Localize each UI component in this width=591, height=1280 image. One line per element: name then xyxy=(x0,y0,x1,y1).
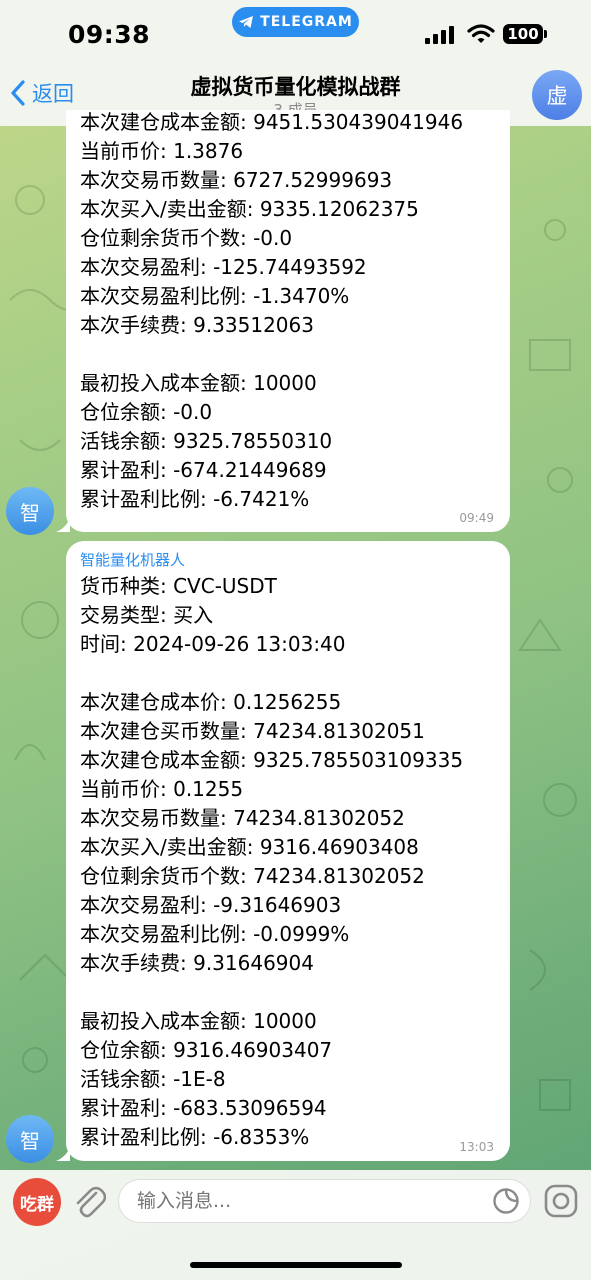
telegram-pill-label: TELEGRAM xyxy=(260,14,353,30)
message-bubble[interactable]: 本次建仓成本金额: 9451.530439041946 当前币价: 1.3876… xyxy=(66,110,510,532)
sticker-icon[interactable] xyxy=(492,1187,520,1215)
message-line xyxy=(80,978,496,1007)
message-line: 累计盈利: -683.53096594 xyxy=(80,1096,327,1120)
message-time: 13:03 xyxy=(459,1140,494,1154)
telegram-icon xyxy=(239,16,254,28)
message-line: 累计盈利比例: -6.7421% xyxy=(80,487,310,511)
message-line: 本次买入/卖出金额: 9316.46903408 xyxy=(80,835,419,859)
message-line: 本次建仓成本金额: 9451.530439041946 xyxy=(80,110,464,134)
message-line: 仓位余额: -0.0 xyxy=(80,400,213,424)
message-line: 当前币价: 0.1255 xyxy=(80,777,244,801)
message-line: 时间: 2024-09-26 13:03:40 xyxy=(80,632,346,656)
message-line: 本次交易盈利比例: -1.3470% xyxy=(80,284,350,308)
message-line: 本次建仓成本价: 0.1256255 xyxy=(80,690,342,714)
status-bar: 09:38 TELEGRAM 100 xyxy=(0,0,591,62)
message-line xyxy=(80,659,496,688)
message-input[interactable] xyxy=(118,1179,531,1223)
message-line: 活钱余额: 9325.78550310 xyxy=(80,429,333,453)
message-line: 仓位余额: 9316.46903407 xyxy=(80,1038,333,1062)
message-line: 累计盈利比例: -6.8353% xyxy=(80,1125,310,1149)
message-line: 本次交易币数量: 6727.52999693 xyxy=(80,168,393,192)
message-line: 本次买入/卖出金额: 9335.12062375 xyxy=(80,197,419,221)
battery-tip xyxy=(544,30,547,38)
chat-title[interactable]: 虚拟货币量化模拟战群 xyxy=(0,71,591,101)
message-line: 当前币价: 1.3876 xyxy=(80,139,244,163)
message-line: 本次交易盈利比例: -0.0999% xyxy=(80,922,350,946)
message-input-bar: 吃群 xyxy=(0,1170,591,1280)
message-line: 本次交易盈利: -9.31646903 xyxy=(80,893,342,917)
telegram-pill[interactable]: TELEGRAM xyxy=(232,7,359,37)
group-shortcut-button[interactable]: 吃群 xyxy=(13,1178,61,1226)
camera-icon[interactable] xyxy=(543,1183,579,1219)
paperclip-icon[interactable] xyxy=(72,1183,106,1219)
bot-avatar[interactable]: 智 xyxy=(6,1115,54,1163)
message-line: 本次手续费: 9.31646904 xyxy=(80,951,314,975)
message-time: 09:49 xyxy=(459,511,494,525)
message-line: 最初投入成本金额: 10000 xyxy=(80,1009,317,1033)
message-line: 本次交易币数量: 74234.81302052 xyxy=(80,806,405,830)
status-time: 09:38 xyxy=(68,20,151,49)
group-avatar[interactable]: 虚 xyxy=(532,70,582,120)
battery-indicator: 100 xyxy=(503,24,543,44)
message-line: 仓位剩余货币个数: 74234.81302052 xyxy=(80,864,425,888)
message-line: 仓位剩余货币个数: -0.0 xyxy=(80,226,293,250)
sender-name[interactable]: 智能量化机器人 xyxy=(80,548,496,572)
message-line: 本次建仓成本金额: 9325.785503109335 xyxy=(80,748,464,772)
home-indicator xyxy=(190,1262,402,1268)
message-line: 本次建仓买币数量: 74234.81302051 xyxy=(80,719,425,743)
message-line: 最初投入成本金额: 10000 xyxy=(80,371,317,395)
message-line: 交易类型: 买入 xyxy=(80,603,214,627)
bot-avatar[interactable]: 智 xyxy=(6,487,54,535)
message-line: 本次交易盈利: -125.74493592 xyxy=(80,255,367,279)
message-line: 本次手续费: 9.33512063 xyxy=(80,313,314,337)
bubble-tail xyxy=(56,518,70,532)
bubble-tail xyxy=(56,1147,70,1161)
message-line xyxy=(80,340,496,369)
message-line: 累计盈利: -674.21449689 xyxy=(80,458,327,482)
message-line: 活钱余额: -1E-8 xyxy=(80,1067,226,1091)
wifi-icon xyxy=(467,24,495,43)
signal-icon xyxy=(425,26,454,44)
message-bubble[interactable]: 智能量化机器人 货币种类: CVC-USDT 交易类型: 买入 时间: 2024… xyxy=(66,541,510,1161)
message-line: 货币种类: CVC-USDT xyxy=(80,574,277,598)
